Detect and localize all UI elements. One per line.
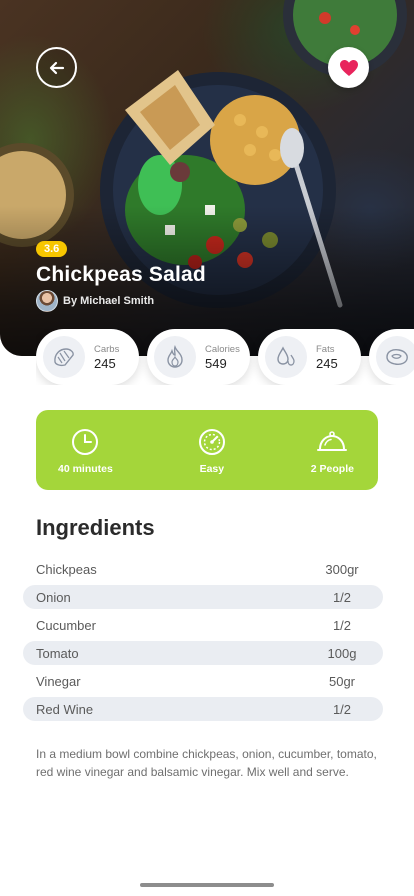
cloche-icon <box>317 431 348 451</box>
info-label: 2 People <box>310 463 354 475</box>
author[interactable]: By Michael Smith <box>36 290 154 312</box>
favorite-button[interactable] <box>328 47 369 88</box>
drops-icon <box>265 336 307 378</box>
list-item: Red Wine 1/2 <box>23 697 383 721</box>
list-item: Chickpeas 300gr <box>23 557 383 581</box>
list-item: Vinegar 50gr <box>23 669 383 693</box>
info-time: 40 minutes <box>58 410 113 475</box>
ingredient-name: Vinegar <box>36 673 81 689</box>
ingredient-name: Chickpeas <box>36 561 97 577</box>
clock-icon <box>72 429 99 455</box>
ingredient-amount: 300gr <box>325 561 359 577</box>
ingredients-list: Chickpeas 300gr Onion 1/2 Cucumber 1/2 T… <box>23 557 383 725</box>
ingredients-heading: Ingredients <box>36 515 155 540</box>
list-item: Onion 1/2 <box>23 585 383 609</box>
nutrition-label: Fats <box>316 343 335 355</box>
rating-badge: 3.6 <box>36 241 68 257</box>
back-button[interactable] <box>36 47 77 88</box>
list-item: Tomato 100g <box>23 641 383 665</box>
nutrition-label: Calories <box>205 343 240 355</box>
croissant-icon <box>43 336 85 378</box>
nutrition-carbs[interactable]: Carbs 245 <box>36 329 139 385</box>
recipe-info-card: 40 minutes Easy 2 People <box>36 410 378 490</box>
list-item: Cucumber 1/2 <box>23 613 383 637</box>
ingredient-amount: 1/2 <box>332 701 352 717</box>
ingredient-name: Red Wine <box>36 701 94 717</box>
nutrition-value: 549 <box>205 355 227 371</box>
nutrition-calories[interactable]: Calories 549 <box>147 329 250 385</box>
nutrition-row[interactable]: Carbs 245 Calories 549 Fats 245 <box>36 329 414 385</box>
ingredient-amount: 50gr <box>328 673 356 689</box>
nutrition-protein[interactable] <box>369 329 414 385</box>
gauge-icon <box>198 429 225 455</box>
ingredient-amount: 1/2 <box>332 617 352 633</box>
heart-icon <box>339 59 358 76</box>
steak-icon <box>376 336 414 378</box>
avatar <box>36 290 58 312</box>
ingredient-amount: 1/2 <box>332 589 352 605</box>
nutrition-value: 245 <box>316 355 338 371</box>
info-difficulty: Easy <box>198 410 226 475</box>
info-label: 40 minutes <box>58 463 113 475</box>
nutrition-label: Carbs <box>94 343 120 355</box>
arrow-left-icon <box>49 61 64 74</box>
info-servings: 2 People <box>311 410 354 475</box>
ingredient-amount: 100g <box>327 645 357 661</box>
ingredient-name: Cucumber <box>36 617 96 633</box>
recipe-description: In a medium bowl combine chickpeas, onio… <box>36 747 377 779</box>
author-name: By Michael Smith <box>63 295 155 307</box>
recipe-title: Chickpeas Salad <box>36 263 206 286</box>
info-label: Easy <box>199 463 225 475</box>
nutrition-value: 245 <box>94 355 116 371</box>
home-indicator[interactable] <box>140 883 274 887</box>
flame-icon <box>154 336 196 378</box>
ingredient-name: Onion <box>36 589 71 605</box>
nutrition-fats[interactable]: Fats 245 <box>258 329 361 385</box>
ingredient-name: Tomato <box>36 645 79 661</box>
